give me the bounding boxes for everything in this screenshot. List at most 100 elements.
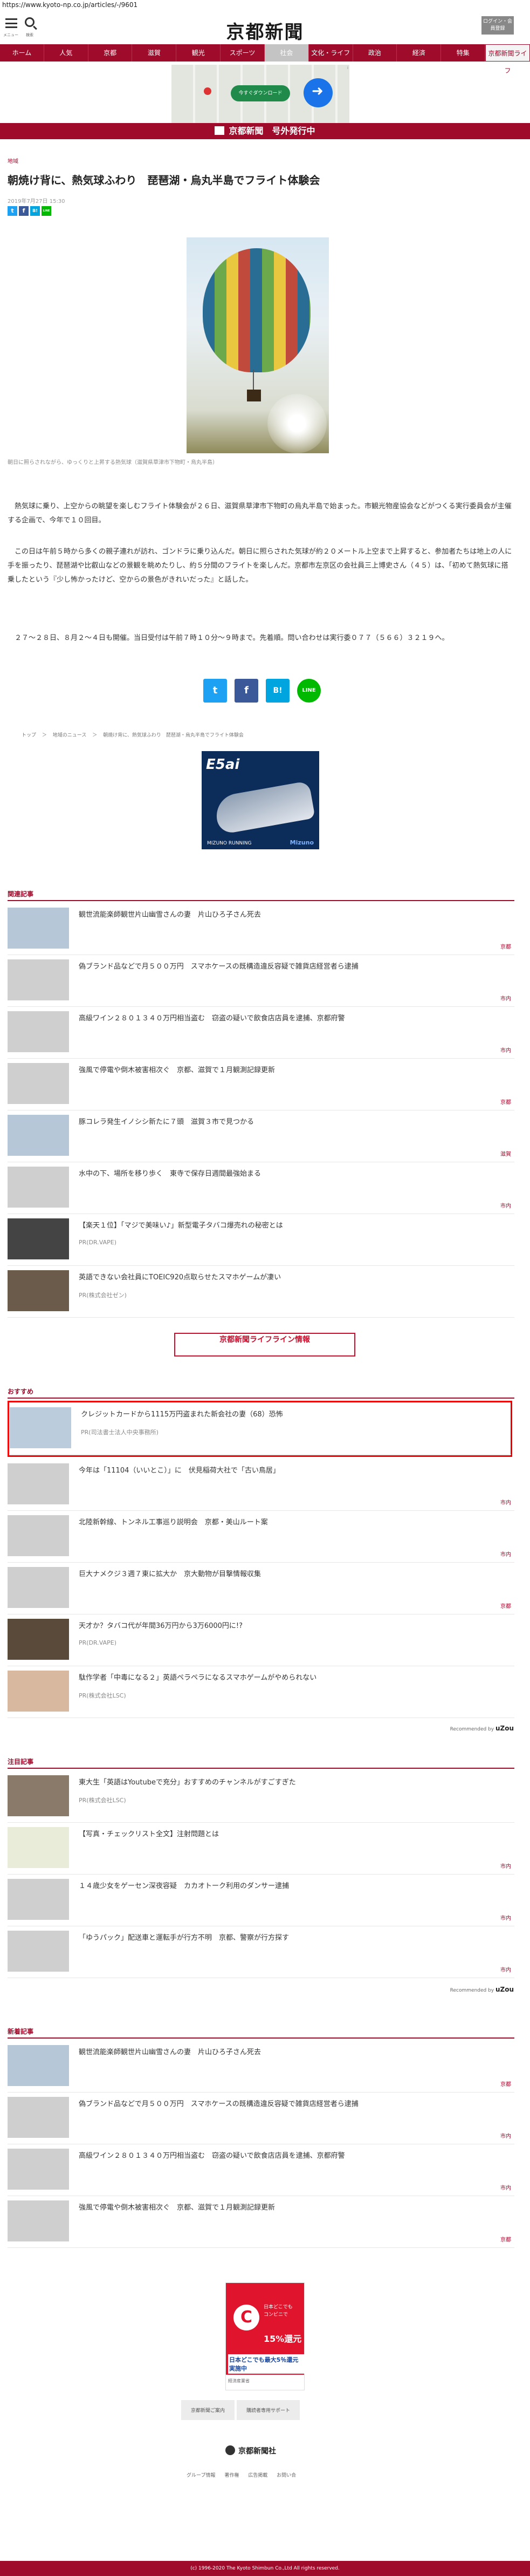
nav-economy[interactable]: 経済 (397, 44, 442, 62)
list-item[interactable]: 天才か？タバコ代が年間36万円から3万6000円に!? PR(DR.VAPE) (8, 1614, 514, 1666)
item-title: 天才か？タバコ代が年間36万円から3万6000円に!? (79, 1622, 243, 1630)
item-title: 今年は「11104（いいとこ）」に 伏見稲荷大社で「古い鳥居」 (79, 1467, 280, 1475)
guide-button[interactable]: 京都新聞ご案内 (181, 2400, 235, 2420)
shoe-image (213, 780, 315, 835)
list-item[interactable]: 偽ブランド品などで月５００万円 スマホケースの既構造違反容疑で雑貨店経営者ら逮捕… (8, 955, 514, 1007)
article-thumbnail (8, 2200, 69, 2241)
map-pin-icon (204, 87, 211, 95)
ad-line: 日本どこでも (264, 2305, 293, 2310)
list-item[interactable]: 強風で停電や倒木被害相次ぐ 京都、滋賀で１月観測記録更新京都 (8, 1059, 514, 1110)
item-title: 水中の下、場所を移り歩く 東寺で保存日週間最強始まる (79, 1170, 261, 1178)
item-tag: 京都 (500, 2082, 511, 2088)
hamburger-menu-icon[interactable] (5, 18, 17, 28)
breadcrumb-current: 朝焼け背に、熱気球ふわり 琵琶湖・烏丸半島でフライト体験会 (103, 733, 244, 738)
search-icon[interactable] (25, 17, 35, 27)
list-item[interactable]: 高級ワイン２８０１３４０万円相当盗む 窃盗の疑いで飲食店店員を逮捕、京都府警 市内 (8, 2144, 514, 2196)
line-share-icon[interactable]: LINE (297, 679, 321, 703)
map-app-ad[interactable]: 今すぐダウンロード i (171, 65, 349, 124)
list-item[interactable]: クレジットカードから1115万円盗まれた新会社の妻（68）恐怖 PR(司法書士法人… (10, 1403, 511, 1455)
item-tag: 市内 (500, 2134, 511, 2139)
footer-logo[interactable]: 京都新聞社 (225, 2445, 276, 2456)
item-pr: PR(DR.VAPE) (79, 1239, 117, 1246)
facebook-share-icon[interactable]: f (235, 679, 258, 703)
nav-society[interactable]: 社会 (264, 44, 309, 62)
list-item[interactable]: 偽ブランド品などで月５００万円 スマホケースの既構造違反容疑で雑貨店経営者ら逮捕… (8, 2093, 514, 2144)
breadcrumb-top[interactable]: トップ (22, 733, 36, 738)
list-item[interactable]: 【写真・チェックリスト全文】注射問題とは 市内 (8, 1823, 514, 1875)
article-thumbnail (8, 1671, 69, 1712)
footer-link[interactable]: 著作権 (224, 2473, 239, 2478)
facebook-share-icon[interactable]: f (19, 206, 29, 216)
list-item[interactable]: 巨大ナメクジ３週７東に拡大か 京大動物が目撃情報収集 京都 (8, 1563, 514, 1614)
list-item[interactable]: 東大生「英語はYoutubeで充分」おすすめのチャンネルがすごすぎた PR(株式会… (8, 1771, 514, 1823)
item-title: 観世流能楽師観世片山幽雪さんの妻 片山ひろ子さん死去 (79, 911, 261, 919)
list-item[interactable]: 北陸新幹線、トンネル工事巡り説明会 京都・美山ルート案 市内 (8, 1511, 514, 1563)
article-thumbnail (8, 1270, 69, 1311)
breadcrumb: トップ ＞ 地域のニュース ＞ 朝焼け背に、熱気球ふわり 琵琶湖・烏丸半島でフラ… (22, 731, 248, 738)
list-item[interactable]: 観世流能楽師観世片山幽雪さんの妻 片山ひろ子さん死去 京都 (8, 2041, 514, 2093)
shoe-ad-maker: Mizuno (290, 839, 314, 846)
twitter-share-icon[interactable]: t (8, 206, 17, 216)
nav-culture[interactable]: 文化・ライフ (309, 44, 353, 62)
item-tag: 市内 (500, 1967, 511, 1973)
nav-tourism[interactable]: 観光 (176, 44, 221, 62)
list-item[interactable]: 英語できない会社員にTOEIC920点取らせたスマホゲームが凄い PR(株式会社ゼ… (8, 1266, 514, 1318)
nav-sports[interactable]: スポーツ (221, 44, 265, 62)
nav-home[interactable]: ホーム (0, 44, 44, 62)
nav-popular[interactable]: 人気 (44, 44, 88, 62)
list-item[interactable]: 強風で停電や倒木被害相次ぐ 京都、滋賀で１月観測記録更新 京都 (8, 2196, 514, 2248)
item-title: 巨大ナメクジ３週７東に拡大か 京大動物が目撃情報収集 (79, 1570, 261, 1578)
hatena-share-icon[interactable]: B! (266, 679, 290, 703)
site-logo[interactable]: 京都新聞 (205, 17, 325, 44)
recommended-by[interactable]: Recommended by uZou (450, 1725, 514, 1732)
item-tag: 市内 (500, 1500, 511, 1506)
ad-download-button[interactable]: 今すぐダウンロード (231, 85, 290, 101)
list-item[interactable]: 豚コレラ発生イノシシ新たに７頭 滋賀３市で見つかる 滋賀 (8, 1110, 514, 1162)
nav-feature[interactable]: 特集 (441, 44, 486, 62)
section-divider (8, 2037, 514, 2039)
nav-life[interactable]: 京都新聞ライフ (485, 44, 530, 74)
main-nav: ホーム 人気 京都 滋賀 観光 スポーツ 社会 文化・ライフ 政治 経済 特集 … (0, 44, 530, 74)
section-divider (8, 1398, 514, 1399)
list-item[interactable]: 水中の下、場所を移り歩く 東寺で保存日週間最強始まる 市内 (8, 1162, 514, 1214)
item-pr: PR(株式会社LSC) (79, 1692, 126, 1699)
footer-link[interactable]: 広告掲載 (248, 2473, 267, 2478)
ad-sponsor: 経済産業省 (228, 2379, 250, 2383)
footer-logo-text: 京都新聞社 (238, 2447, 276, 2456)
article-category[interactable]: 地域 (8, 156, 18, 165)
list-item[interactable]: １４歳少女をゲーセン深夜容疑 カカオトーク利用のダンサー逮捕 市内 (8, 1875, 514, 1926)
ad-text: 日本どこでも コンビニで (264, 2304, 302, 2319)
nav-kyoto[interactable]: 京都 (88, 44, 133, 62)
article-photo[interactable] (187, 237, 329, 453)
cashless-ad[interactable]: C 日本どこでも コンビニで 15%還元 日本どこでも最大5％還元 実施中 経済産… (225, 2282, 305, 2390)
breadcrumb-region[interactable]: 地域のニュース (53, 733, 87, 738)
line-share-icon[interactable]: LINE (42, 206, 51, 216)
article-thumbnail (8, 1011, 69, 1052)
item-title: １４歳少女をゲーセン深夜容疑 カカオトーク利用のダンサー逮捕 (79, 1882, 290, 1890)
ad-info-icon[interactable]: i (347, 66, 348, 70)
shoe-ad[interactable]: E5ai MIZUNO RUNNING Mizuno (202, 751, 319, 849)
list-item[interactable]: 高級ワイン２８０１３４０万円相当盗む 窃盗の疑いで飲食店店員を逮捕、京都府警 市内 (8, 1007, 514, 1059)
footer-link[interactable]: お問い合 (277, 2473, 296, 2478)
list-item[interactable]: 駄作学者「中毒になる２」英語ペラペラになるスマホゲームがやめられない PR(株式会… (8, 1666, 514, 1718)
item-tag: 京都 (500, 1100, 511, 1106)
support-button[interactable]: 購読者専用サポート (237, 2400, 300, 2420)
extra-issue-banner[interactable]: 京都新聞 号外発行中 (0, 123, 530, 139)
hatena-share-icon[interactable]: B! (30, 206, 40, 216)
list-item[interactable]: 今年は「11104（いいとこ）」に 伏見稲荷大社で「古い鳥居」市内 (8, 1459, 514, 1511)
list-item[interactable]: 【楽天１位】「マジで美味い♪」新型電子タバコ爆売れの秘密とは PR(DR.VAPE… (8, 1214, 514, 1266)
item-pr: PR(株式会社LSC) (79, 1797, 126, 1804)
list-item[interactable]: 「ゆうパック」配送車と運転手が行方不明 京都、警察が行方探す 市内 (8, 1926, 514, 1978)
lifeline-button[interactable]: 京都新聞ライフライン情報 (174, 1333, 355, 1357)
item-title: 強風で停電や倒木被害相次ぐ 京都、滋賀で１月観測記録更新 (79, 1066, 276, 1074)
search-label: 検索 (26, 33, 33, 37)
twitter-share-icon[interactable]: t (203, 679, 227, 703)
list-item[interactable]: 観世流能楽師観世片山幽雪さんの妻 片山ひろ子さん死去 京都 (8, 903, 514, 955)
recommended-by[interactable]: Recommended by uZou (450, 1986, 514, 1993)
login-button[interactable]: ログイン・会員登録 (481, 16, 514, 35)
nav-shiga[interactable]: 滋賀 (132, 44, 177, 62)
footer-link[interactable]: グループ情報 (187, 2473, 215, 2478)
article-thumbnail (8, 1167, 69, 1208)
nav-politics[interactable]: 政治 (353, 44, 397, 62)
item-title: 北陸新幹線、トンネル工事巡り説明会 京都・美山ルート案 (79, 1518, 268, 1526)
